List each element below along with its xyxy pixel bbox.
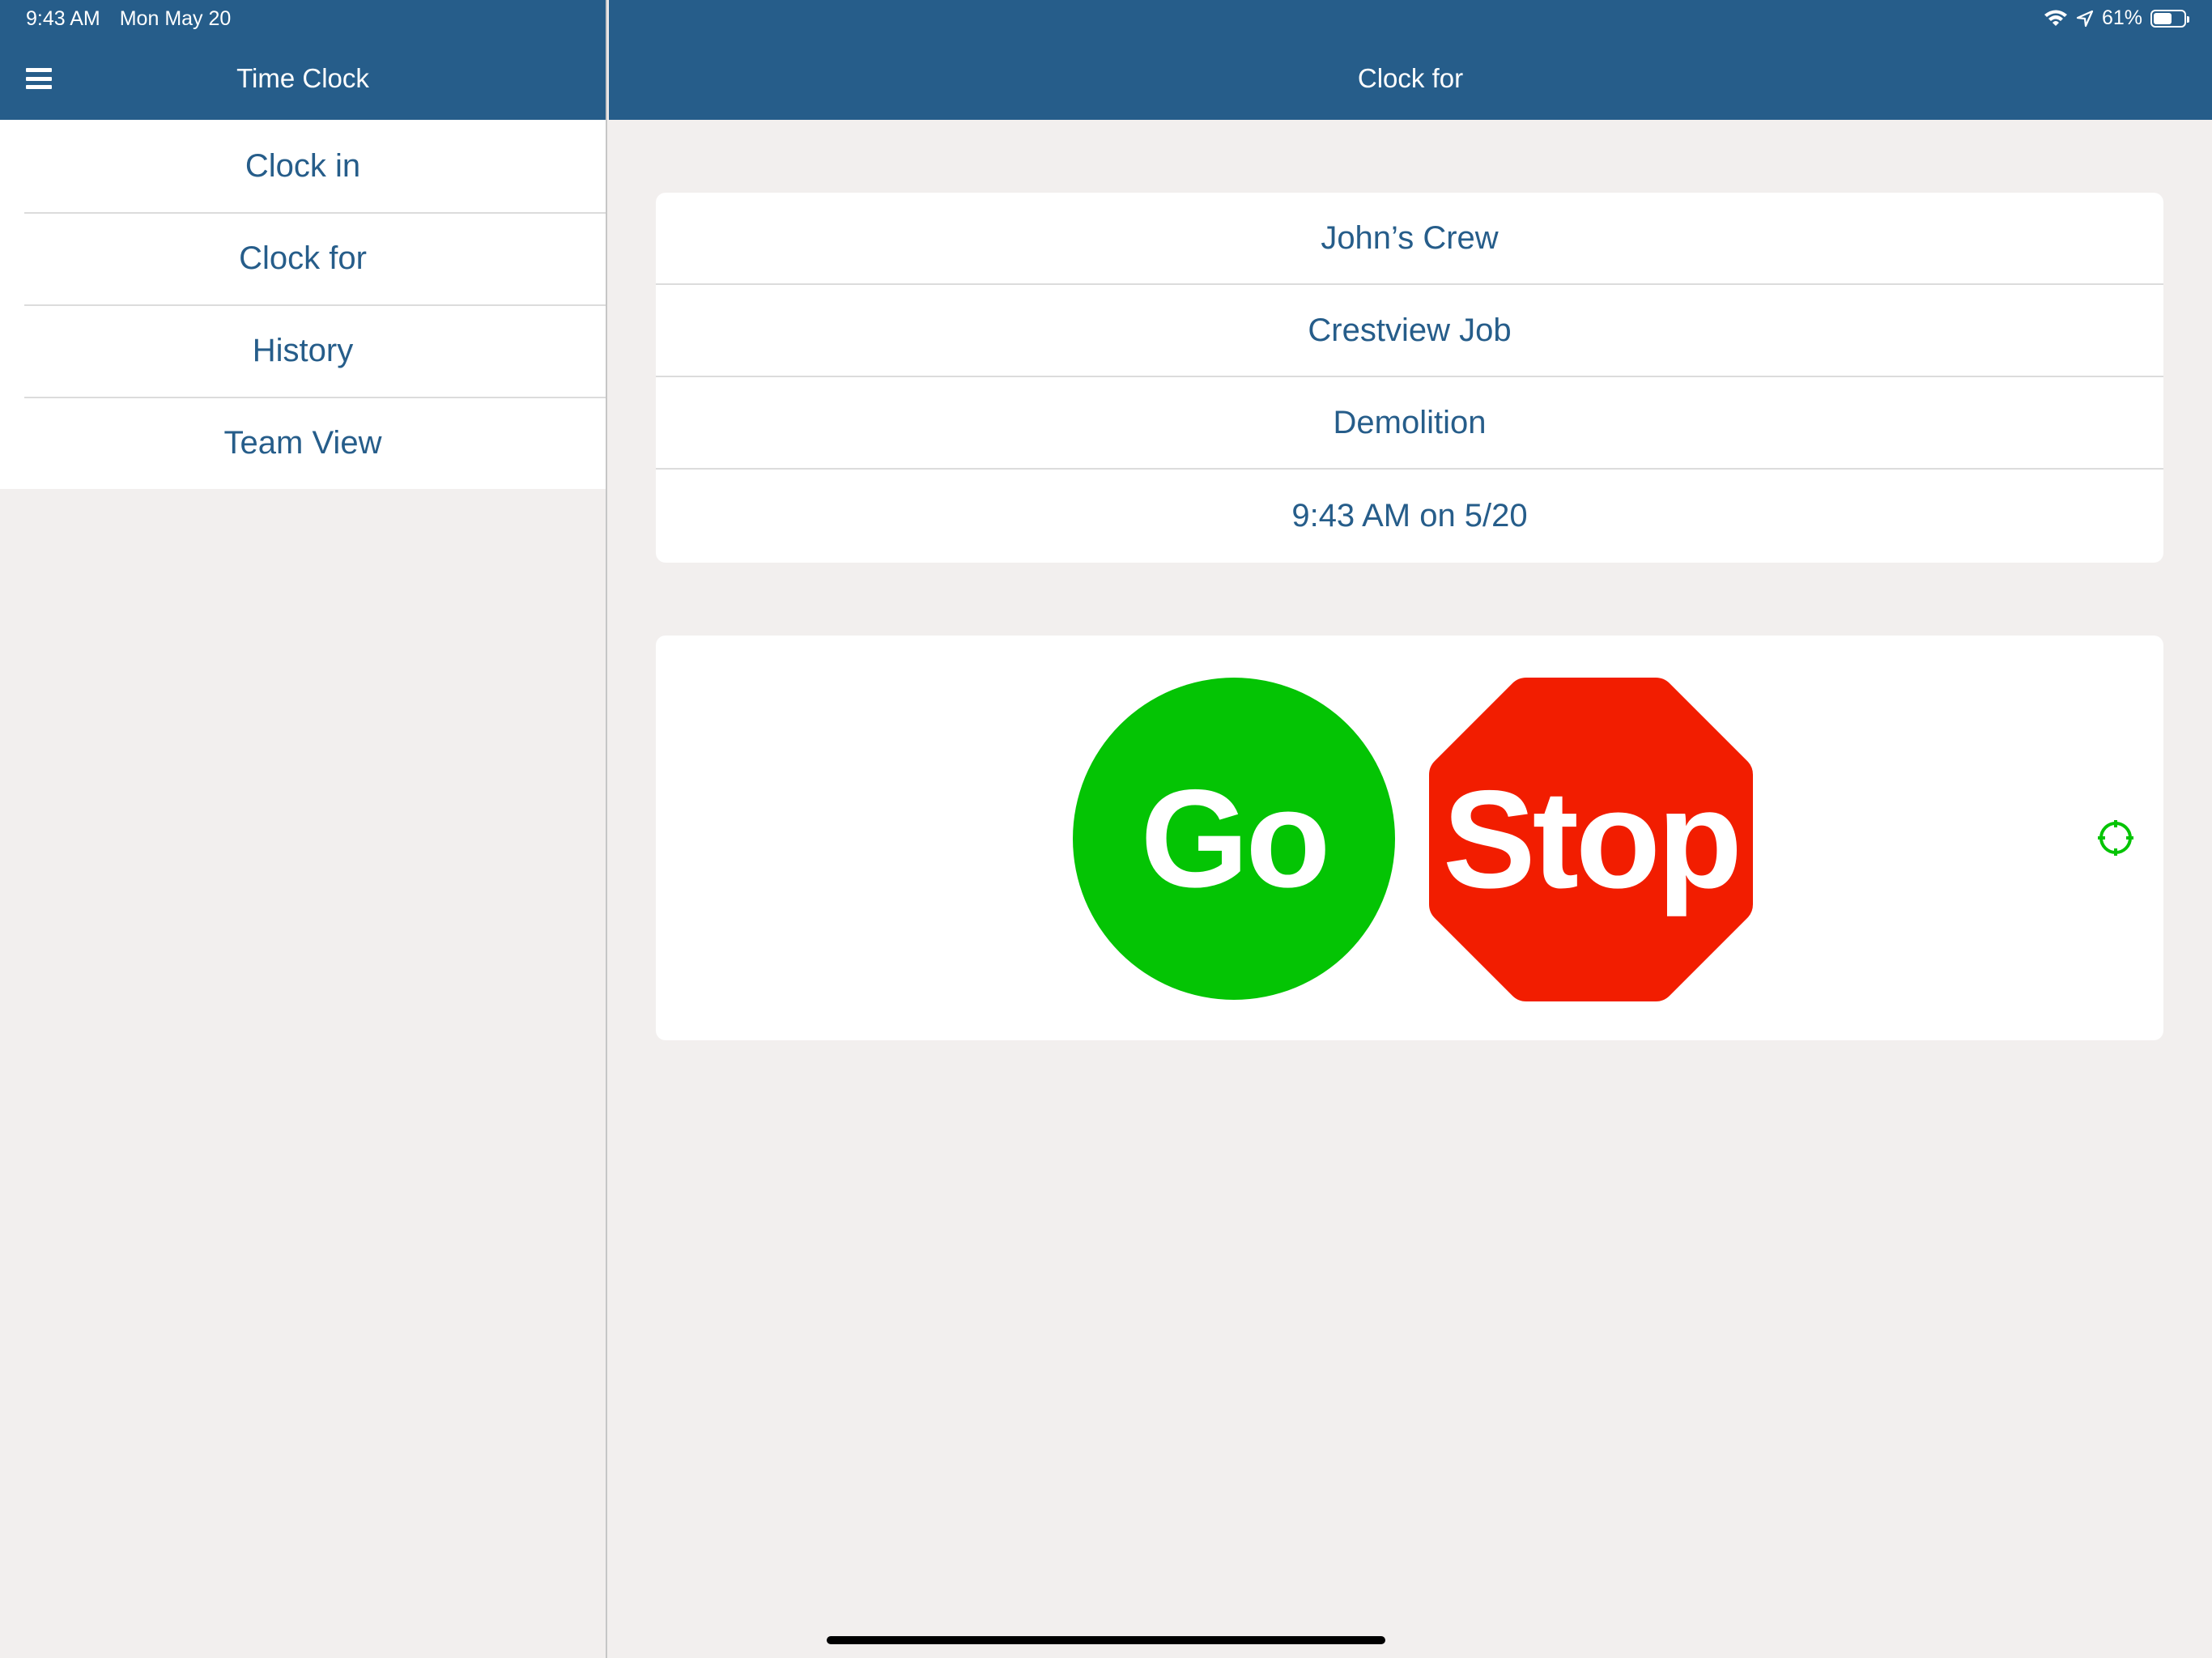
battery-icon xyxy=(2150,9,2189,28)
sidebar-item-team-view[interactable]: Team View xyxy=(0,397,606,489)
sidebar-title: Time Clock xyxy=(236,63,369,93)
wifi-icon xyxy=(2044,10,2067,26)
sidebar-item-history[interactable]: History xyxy=(0,304,606,397)
go-button[interactable]: Go xyxy=(1073,678,1395,1000)
status-date: Mon May 20 xyxy=(119,7,232,30)
sidebar-item-clock-for[interactable]: Clock for xyxy=(0,212,606,304)
status-time: 9:43 AM xyxy=(26,7,100,30)
app-root: Time Clock Clock in Clock for History Te… xyxy=(0,0,2212,1658)
crew-row[interactable]: John’s Crew xyxy=(656,193,2163,285)
home-indicator[interactable] xyxy=(827,1636,1385,1644)
task-row[interactable]: Demolition xyxy=(656,377,2163,470)
clock-details-card: John’s Crew Crestview Job Demolition 9:4… xyxy=(656,193,2163,563)
battery-level xyxy=(2154,12,2172,24)
page-title: Clock for xyxy=(1357,63,1464,93)
job-row[interactable]: Crestview Job xyxy=(656,285,2163,377)
status-bar: 9:43 AM Mon May 20 61% xyxy=(0,0,2212,37)
battery-percent: 61% xyxy=(2101,6,2142,29)
stop-label: Stop xyxy=(1442,762,1742,917)
sidebar: Time Clock Clock in Clock for History Te… xyxy=(0,0,607,1658)
crosshair-icon[interactable] xyxy=(2097,819,2134,857)
sidebar-item-clock-in[interactable]: Clock in xyxy=(0,120,606,212)
main-panel: Clock for John’s Crew Crestview Job Demo… xyxy=(609,0,2212,1658)
clock-actions-card: Go Stop xyxy=(656,636,2163,1040)
status-left: 9:43 AM Mon May 20 xyxy=(26,7,231,31)
location-arrow-icon xyxy=(2076,10,2094,27)
sidebar-menu: Clock in Clock for History Team View xyxy=(0,120,606,489)
status-right: 61% xyxy=(2044,6,2189,30)
stop-button[interactable]: Stop xyxy=(1429,678,1753,1001)
time-row[interactable]: 9:43 AM on 5/20 xyxy=(656,470,2163,562)
